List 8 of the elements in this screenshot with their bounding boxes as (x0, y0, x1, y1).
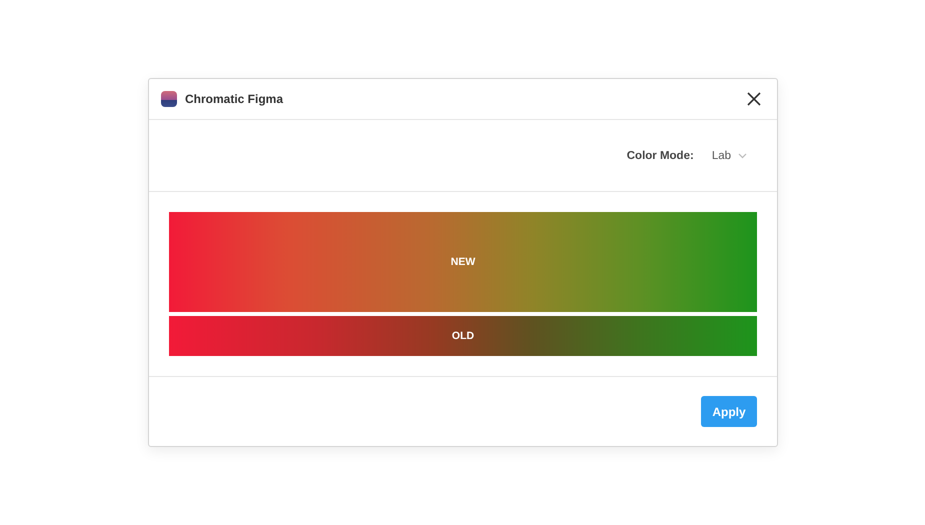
window-title: Chromatic Figma (185, 92, 284, 106)
caret-icon (738, 152, 747, 158)
app-logo-icon (161, 91, 177, 107)
gradient-label: OLD (452, 330, 474, 342)
color-mode-dropdown[interactable]: Lab (712, 150, 747, 162)
close-icon (747, 92, 761, 106)
color-mode-label: Color Mode: (626, 150, 694, 162)
gradient-label: NEW (450, 256, 476, 268)
